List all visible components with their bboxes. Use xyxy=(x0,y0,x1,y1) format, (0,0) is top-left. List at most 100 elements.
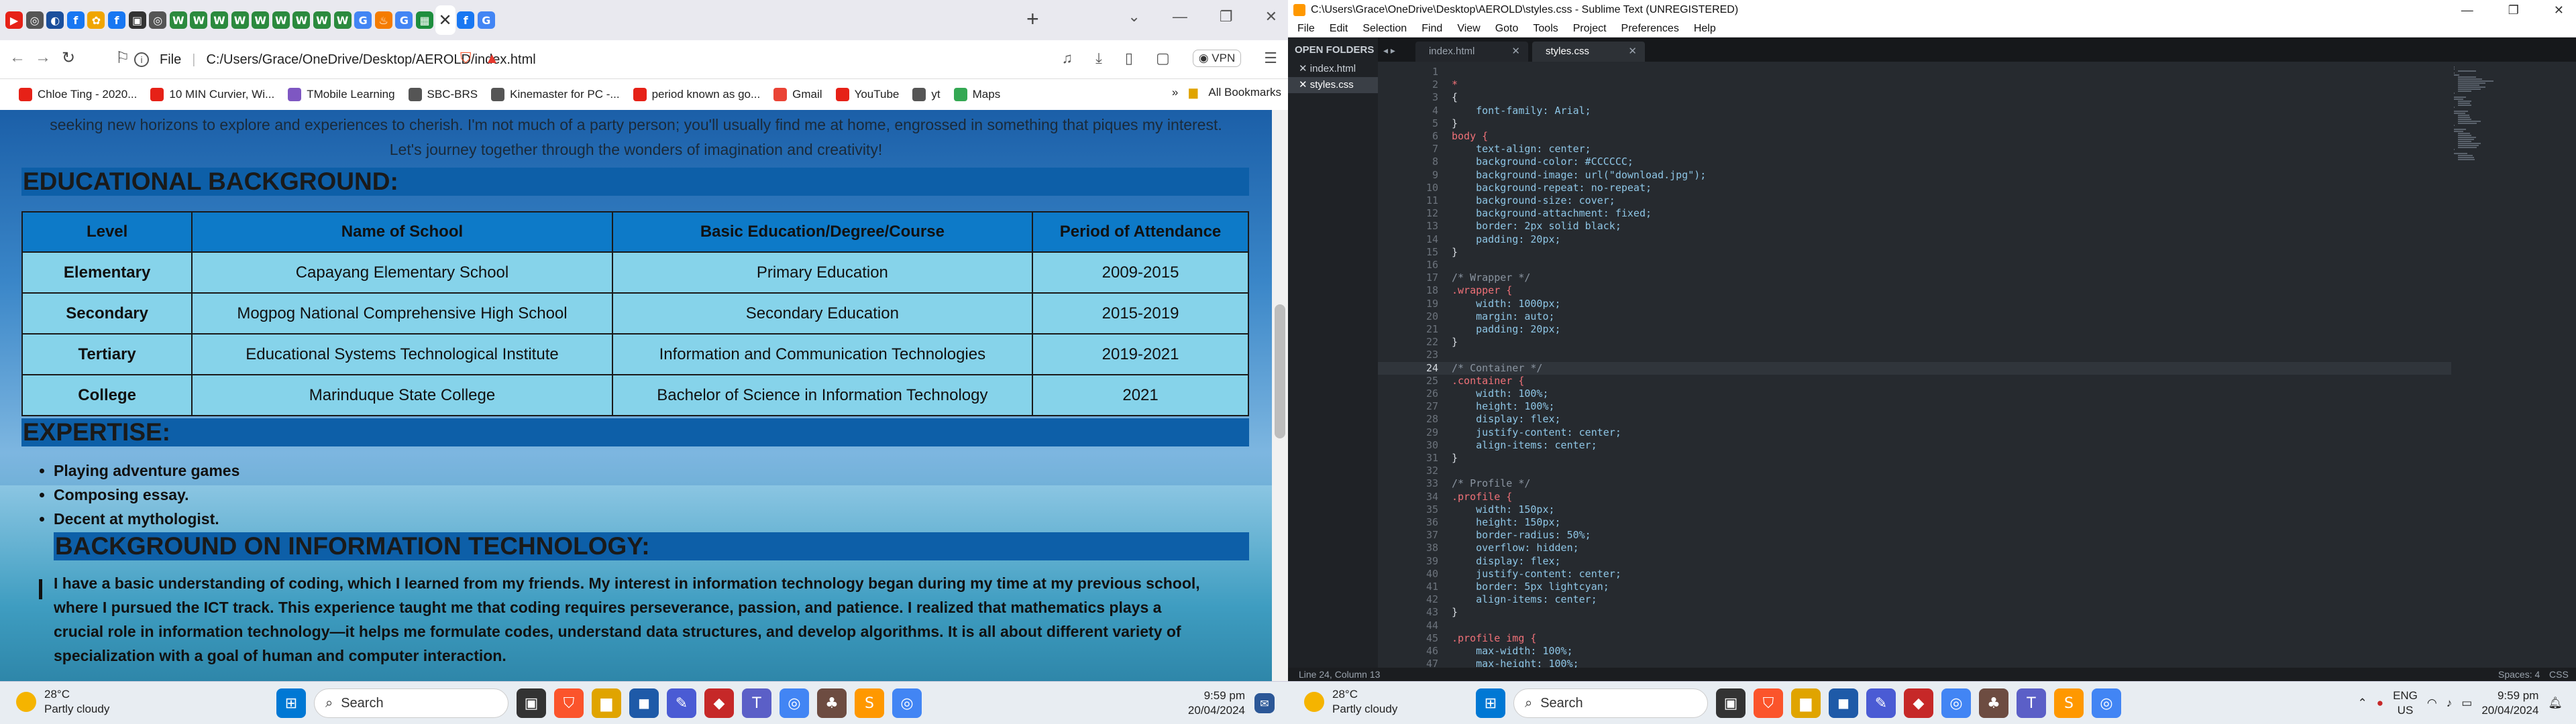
back-icon[interactable]: ← xyxy=(9,48,25,67)
start-icon[interactable]: ⊞ xyxy=(1476,688,1505,718)
browser-tab[interactable]: ◐ xyxy=(45,5,65,35)
browser-tab[interactable]: G xyxy=(394,5,414,35)
tab-styles-css[interactable]: styles.css ✕ xyxy=(1532,42,1645,62)
wifi-icon[interactable]: ◠ xyxy=(2427,697,2437,710)
reload-icon[interactable]: ↻ xyxy=(62,48,75,68)
status-syntax[interactable]: CSS xyxy=(2549,668,2569,681)
teams-icon[interactable]: T xyxy=(2017,688,2046,718)
close-window-icon[interactable]: ✕ xyxy=(1265,8,1277,25)
app-icon[interactable]: ◆ xyxy=(1904,688,1933,718)
media-icon[interactable]: ♫ xyxy=(1062,50,1073,67)
restore-icon[interactable]: ❐ xyxy=(2508,0,2519,20)
tab-nav-arrows-icon[interactable]: ◂ ▸ xyxy=(1383,45,1395,56)
browser-tab[interactable]: ◎ xyxy=(148,5,168,35)
page-scrollbar[interactable] xyxy=(1272,110,1288,681)
app-icon[interactable]: ◼ xyxy=(629,688,659,718)
bookmark-item[interactable]: TMobile Learning xyxy=(288,88,395,101)
browser-tab[interactable]: f xyxy=(107,5,127,35)
sidebar-file-index[interactable]: ✕ index.html xyxy=(1288,61,1378,77)
menu-item-selection[interactable]: Selection xyxy=(1362,20,1407,37)
notification-bell-icon[interactable]: 🔔︎ xyxy=(2548,697,2563,710)
browser-tab[interactable]: W xyxy=(168,5,189,35)
browser-tab[interactable]: W xyxy=(291,5,311,35)
close-icon[interactable]: ✕ xyxy=(439,11,452,30)
taskbar-search[interactable]: ⌕ Search xyxy=(314,688,508,718)
menu-item-goto[interactable]: Goto xyxy=(1495,20,1519,37)
app-icon[interactable]: ✎ xyxy=(667,688,696,718)
browser-tab[interactable]: ▣ xyxy=(127,5,148,35)
menu-item-preferences[interactable]: Preferences xyxy=(1621,20,1679,37)
close-window-icon[interactable]: ✕ xyxy=(2554,0,2564,20)
browser-tab[interactable]: W xyxy=(271,5,291,35)
brave-icon[interactable]: ⛉ xyxy=(554,688,584,718)
browser-tab[interactable]: ♨ xyxy=(374,5,394,35)
browser-tab[interactable]: W xyxy=(230,5,250,35)
downloads-icon[interactable]: ⤓ xyxy=(1095,50,1102,67)
bookmark-item[interactable]: 10 MIN Curvier, Wi... xyxy=(150,88,274,101)
start-icon[interactable]: ⊞ xyxy=(276,688,306,718)
app-icon[interactable]: ♣ xyxy=(817,688,847,718)
file-explorer-icon[interactable]: ▆ xyxy=(1791,688,1821,718)
bookmark-item[interactable]: YouTube xyxy=(835,88,899,101)
security-icon[interactable]: ● xyxy=(2377,697,2383,710)
tray-overflow-icon[interactable]: ⌃ xyxy=(2358,697,2367,710)
sublime-text-icon[interactable]: S xyxy=(2054,688,2084,718)
task-view-icon[interactable]: ▣ xyxy=(1716,688,1746,718)
page-scrollbar-thumb[interactable] xyxy=(1275,304,1285,438)
file-explorer-icon[interactable]: ▆ xyxy=(592,688,621,718)
browser-tab[interactable]: W xyxy=(250,5,270,35)
brave-rewards-icon[interactable]: ▲ xyxy=(485,50,500,67)
minimize-icon[interactable]: — xyxy=(2461,0,2473,20)
sidebar-toggle-icon[interactable]: ▯ xyxy=(1125,50,1133,67)
all-bookmarks-link[interactable]: All Bookmarks xyxy=(1208,86,1281,99)
teams-icon[interactable]: T xyxy=(742,688,771,718)
menu-item-view[interactable]: View xyxy=(1457,20,1480,37)
browser-tab[interactable]: ✕ xyxy=(435,5,455,35)
menu-icon[interactable]: ☰ xyxy=(1264,50,1277,67)
app-icon[interactable]: ◼ xyxy=(1829,688,1858,718)
app-icon[interactable]: ♣ xyxy=(1979,688,2008,718)
browser-tab[interactable]: G xyxy=(353,5,373,35)
wallet-icon[interactable]: ▢ xyxy=(1156,50,1170,67)
tab-index-html[interactable]: index.html ✕ xyxy=(1415,42,1528,62)
bookmark-item[interactable]: Kinemaster for PC -... xyxy=(491,88,620,101)
clock[interactable]: 9:59 pm 20/04/2024 xyxy=(2481,688,2538,718)
browser-tab[interactable]: ▶ xyxy=(4,5,24,35)
chrome-icon[interactable]: ◎ xyxy=(1941,688,1971,718)
minimap[interactable] xyxy=(2451,62,2576,668)
browser-tab[interactable]: W xyxy=(312,5,332,35)
menu-item-help[interactable]: Help xyxy=(1694,20,1716,37)
chrome-icon[interactable]: ◎ xyxy=(892,688,922,718)
forward-icon[interactable]: → xyxy=(35,48,51,67)
bookmarks-overflow[interactable]: » xyxy=(1172,86,1178,99)
brave-shield-icon[interactable]: ⛉ xyxy=(460,50,472,67)
weather-widget[interactable]: 28°C Partly cloudy xyxy=(16,687,109,717)
browser-tab[interactable]: ✿ xyxy=(86,5,106,35)
bookmark-item[interactable]: Maps xyxy=(953,88,1000,101)
clock[interactable]: 9:59 pm 20/04/2024 xyxy=(1188,688,1245,718)
notification-icon[interactable]: ✉ xyxy=(1254,693,1275,713)
browser-tab[interactable]: ▦ xyxy=(415,5,435,35)
menu-item-project[interactable]: Project xyxy=(1573,20,1607,37)
menu-item-file[interactable]: File xyxy=(1297,20,1315,37)
status-indentation[interactable]: Spaces: 4 xyxy=(2498,668,2540,681)
volume-icon[interactable]: ♪ xyxy=(2447,697,2453,710)
minimize-icon[interactable]: — xyxy=(1173,8,1187,25)
browser-tab[interactable]: f xyxy=(455,5,476,35)
sidebar-file-styles[interactable]: ✕ styles.css xyxy=(1288,77,1378,93)
language-indicator[interactable]: ENG US xyxy=(2393,688,2418,718)
app-icon[interactable]: ◆ xyxy=(704,688,734,718)
browser-tab[interactable]: W xyxy=(189,5,209,35)
site-info-icon[interactable]: i xyxy=(134,52,149,67)
bookmark-item[interactable]: period known as go... xyxy=(633,88,760,101)
browser-tab[interactable]: W xyxy=(333,5,353,35)
menu-item-edit[interactable]: Edit xyxy=(1330,20,1348,37)
browser-tab[interactable]: ◎ xyxy=(25,5,45,35)
task-view-icon[interactable]: ▣ xyxy=(517,688,546,718)
browser-tab[interactable]: f xyxy=(66,5,86,35)
bookmark-item[interactable]: Gmail xyxy=(773,88,822,101)
restore-icon[interactable]: ❐ xyxy=(1220,8,1233,25)
menu-item-tools[interactable]: Tools xyxy=(1533,20,1558,37)
bookmark-item[interactable]: yt xyxy=(912,88,941,101)
weather-widget[interactable]: 28°C Partly cloudy xyxy=(1304,687,1397,717)
